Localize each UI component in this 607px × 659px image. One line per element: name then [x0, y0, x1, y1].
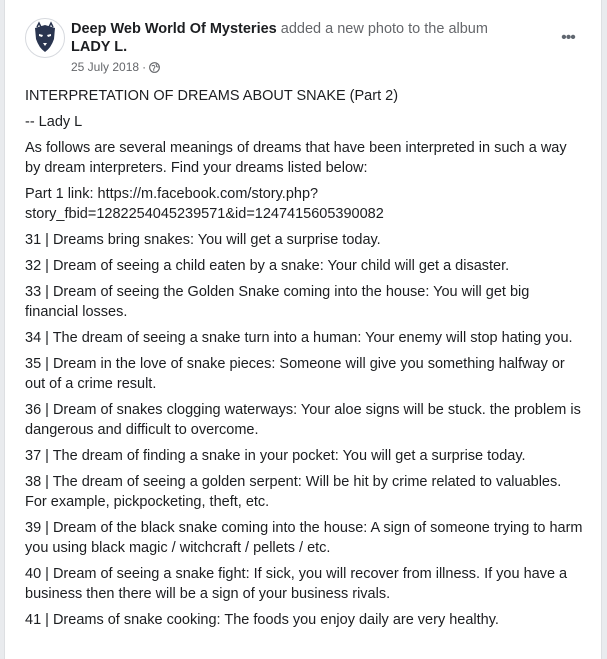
mask-logo-icon — [27, 20, 63, 56]
dream-list-item: 32 | Dream of seeing a child eaten by a … — [25, 258, 510, 274]
dream-list-item: 31 | Dreams bring snakes: You will get a… — [25, 232, 381, 248]
post-body: INTERPRETATION OF DREAMS ABOUT SNAKE (Pa… — [25, 86, 585, 636]
dream-list-item: 38 | The dream of seeing a golden serpen… — [25, 474, 562, 510]
dream-list-item: 34 | The dream of seeing a snake turn in… — [25, 330, 573, 346]
part1-link-paragraph: Part 1 link: https://m.facebook.com/stor… — [25, 184, 585, 224]
dream-list-item: 40 | Dream of seeing a snake fight: If s… — [25, 566, 568, 602]
dream-list-item: 36 | Dream of snakes clogging waterways:… — [25, 402, 581, 438]
globe-icon[interactable] — [149, 61, 160, 73]
date-separator: · — [142, 60, 147, 74]
post-author: -- Lady L — [25, 114, 83, 130]
post-intro: As follows are several meanings of dream… — [25, 140, 567, 176]
more-options-button[interactable]: ••• — [557, 30, 579, 46]
action-text: added a new photo to the album — [276, 21, 488, 37]
dream-list-item: 39 | Dream of the black snake coming int… — [25, 520, 583, 556]
post-date[interactable]: 25 July 2018 — [71, 60, 139, 74]
post-card: Deep Web World Of Mysteries added a new … — [4, 0, 602, 659]
page-name-link[interactable]: Deep Web World Of Mysteries — [71, 21, 277, 37]
album-name-link[interactable]: LADY L. — [71, 39, 127, 55]
dream-list-item: 35 | Dream in the love of snake pieces: … — [25, 356, 565, 392]
link-label: Part 1 link: — [25, 186, 98, 202]
post-title: INTERPRETATION OF DREAMS ABOUT SNAKE (Pa… — [25, 88, 399, 104]
dream-list: 31 | Dreams bring snakes: You will get a… — [25, 230, 585, 630]
dream-list-item: 37 | The dream of finding a snake in you… — [25, 448, 526, 464]
dream-list-item: 33 | Dream of seeing the Golden Snake co… — [25, 284, 530, 320]
post-attribution: Deep Web World Of Mysteries added a new … — [71, 20, 531, 56]
post-header: Deep Web World Of Mysteries added a new … — [25, 14, 585, 80]
dream-list-item: 41 | Dreams of snake cooking: The foods … — [25, 612, 499, 628]
page-avatar[interactable] — [25, 18, 65, 58]
post-meta: 25 July 2018 · — [71, 60, 160, 74]
